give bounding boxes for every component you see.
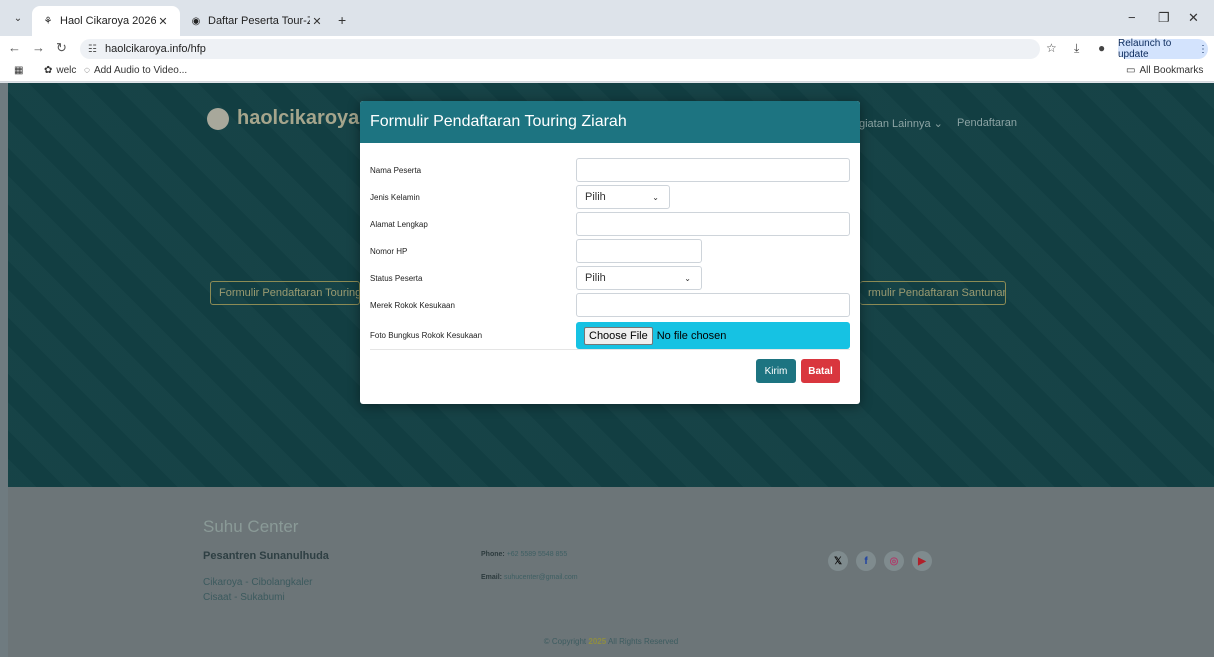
field-row-status: Status Peserta Pilih ⌄ <box>370 266 850 290</box>
file-status: No file chosen <box>656 329 727 342</box>
profile-avatar-icon[interactable]: ● <box>1098 41 1105 55</box>
chevron-down-icon: ⌄ <box>684 273 691 283</box>
tab-search-icon[interactable]: ⌄ <box>10 11 26 27</box>
minimize-icon[interactable]: − <box>1128 10 1136 25</box>
tab-daftar-peserta[interactable]: ◉ Daftar Peserta Tour-Ziarah Tahu ✕ <box>180 6 334 36</box>
url-text: haolcikaroya.info/hfp <box>104 43 206 55</box>
footer-email: Email: suhucenter@gmail.com <box>481 574 578 581</box>
status-label: Status Peserta <box>370 273 423 283</box>
all-bookmarks-label: All Bookmarks <box>1139 65 1204 76</box>
footer-phone: Phone: +62 5589 5548 855 <box>481 551 567 558</box>
field-row-merek: Merek Rokok Kesukaan <box>370 293 850 317</box>
chevron-down-icon: ⌄ <box>652 192 659 202</box>
address-bar-row: ← → ↻ ☷ haolcikaroya.info/hfp ☆ ⤓ ● Rela… <box>0 36 1214 62</box>
logo-icon <box>207 107 229 130</box>
logo-text: haolcikaroya-2 <box>237 107 378 129</box>
copyright: © Copyright 2025 All Rights Reserved <box>8 637 1214 646</box>
jenis-kelamin-select[interactable]: Pilih ⌄ <box>576 185 670 209</box>
bookmark-favicon-icon: ✿ <box>44 65 53 76</box>
instagram-icon[interactable]: ◎ <box>884 551 904 571</box>
close-window-icon[interactable]: ✕ <box>1188 10 1199 26</box>
site-favicon-icon: ⚘ <box>43 15 53 27</box>
relaunch-label: Relaunch to update <box>1118 38 1172 60</box>
back-icon[interactable]: ← <box>8 40 21 55</box>
address-line: Cikaroya - Cibolangkaler <box>203 577 313 588</box>
site-info-icon[interactable]: ☷ <box>88 44 97 55</box>
field-row-nama: Nama Peserta <box>370 158 850 182</box>
browser-tab-bar: ⌄ ⚘ Haol Cikaroya 2026 ✕ ◉ Daftar Pesert… <box>0 0 1214 36</box>
registration-modal: Formulir Pendaftaran Touring Ziarah Nama… <box>360 101 860 404</box>
status-select[interactable]: Pilih ⌄ <box>576 266 702 290</box>
bookmarks-bar: ▦ ✿ welc ◌ Add Audio to Video... ▭ All B… <box>0 62 1214 82</box>
phone-label: Phone: <box>481 551 505 558</box>
merek-input[interactable] <box>576 293 850 317</box>
select-value: Pilih <box>585 272 606 284</box>
field-row-nomor-hp: Nomor HP <box>370 239 850 263</box>
bookmark-label: welc <box>56 65 77 76</box>
footer: Suhu Center Pesantren Sunanulhuda Cikaro… <box>8 487 1214 657</box>
select-value: Pilih <box>585 191 606 203</box>
x-twitter-icon[interactable]: 𝕏 <box>828 551 848 571</box>
foto-file-input[interactable]: Choose File No file chosen <box>576 322 850 349</box>
star-icon[interactable]: ☆ <box>1046 41 1057 55</box>
field-row-foto: Foto Bungkus Rokok Kesukaan Choose File … <box>370 322 850 349</box>
folder-icon: ▭ <box>1126 65 1136 76</box>
email-value: suhucenter@gmail.com <box>503 574 578 581</box>
phone-value: +62 5589 5548 855 <box>506 551 568 558</box>
nomor-hp-input[interactable] <box>576 239 702 263</box>
jenis-kelamin-label: Jenis Kelamin <box>370 192 420 202</box>
bookmark-label: Add Audio to Video... <box>93 65 188 76</box>
tab-haol-cikaroya[interactable]: ⚘ Haol Cikaroya 2026 ✕ <box>32 6 180 36</box>
all-bookmarks[interactable]: ▭ All Bookmarks <box>1126 65 1203 76</box>
tab-title: Haol Cikaroya 2026 <box>60 15 156 27</box>
field-row-alamat: Alamat Lengkap <box>370 212 850 236</box>
modal-header: Formulir Pendaftaran Touring Ziarah <box>360 101 860 143</box>
nav-label: giatan Lainnya <box>859 118 931 130</box>
kirim-button[interactable]: Kirim <box>756 359 796 383</box>
nama-input[interactable] <box>576 158 850 182</box>
facebook-icon[interactable]: f <box>856 551 876 571</box>
bookmark-favicon-icon: ◌ <box>84 65 90 76</box>
address-line: Cisaat - Sukabumi <box>203 592 285 603</box>
email-label: Email: <box>481 574 503 581</box>
social-links: 𝕏 f ◎ ▶ <box>828 551 932 571</box>
nav-pendaftaran[interactable]: Pendaftaran <box>957 117 1017 129</box>
field-row-jenis-kelamin: Jenis Kelamin Pilih ⌄ <box>370 185 850 209</box>
reload-icon[interactable]: ↻ <box>56 40 67 56</box>
touring-form-button[interactable]: Formulir Pendaftaran Touring/Z <box>210 281 360 305</box>
modal-divider <box>370 349 850 350</box>
close-tab-icon[interactable]: ✕ <box>156 15 170 28</box>
bookmark-add-audio[interactable]: ◌ Add Audio to Video... <box>84 65 187 76</box>
alamat-input[interactable] <box>576 212 850 236</box>
restore-icon[interactable]: ❐ <box>1158 10 1170 26</box>
new-tab-icon[interactable]: + <box>338 12 346 28</box>
choose-file-button[interactable]: Choose File <box>584 326 653 345</box>
tab-title: Daftar Peserta Tour-Ziarah Tahu <box>208 15 310 27</box>
merek-label: Merek Rokok Kesukaan <box>370 300 455 310</box>
nav-kegiatan-lainnya[interactable]: giatan Lainnya ⌄ <box>859 117 943 130</box>
url-input[interactable]: ☷ haolcikaroya.info/hfp <box>80 39 1040 59</box>
relaunch-button[interactable]: Relaunch to update ⋮ <box>1118 38 1208 60</box>
apps-icon[interactable]: ▦ <box>14 65 23 76</box>
globe-icon: ◉ <box>191 15 201 27</box>
footer-address: Cikaroya - Cibolangkaler Cisaat - Sukabu… <box>203 575 313 605</box>
download-icon[interactable]: ⤓ <box>1074 41 1079 56</box>
youtube-icon[interactable]: ▶ <box>912 551 932 571</box>
site-logo[interactable]: haolcikaroya-2 <box>207 107 377 130</box>
foto-label: Foto Bungkus Rokok Kesukaan <box>370 331 483 340</box>
batal-button[interactable]: Batal <box>801 359 840 383</box>
footer-org: Pesantren Sunanulhuda <box>203 550 329 562</box>
forward-icon[interactable]: → <box>32 40 45 55</box>
nomor-hp-label: Nomor HP <box>370 246 408 256</box>
bookmark-welc[interactable]: ✿ welc <box>44 65 76 76</box>
footer-title: Suhu Center <box>203 517 299 536</box>
copyright-suffix: All Rights Reserved <box>607 637 679 646</box>
nama-label: Nama Peserta <box>370 165 422 175</box>
close-tab-icon[interactable]: ✕ <box>310 15 324 28</box>
copyright-year: 2025 <box>588 637 607 646</box>
alamat-label: Alamat Lengkap <box>370 219 428 229</box>
santunan-form-button[interactable]: rmulir Pendaftaran Santunan <box>860 281 1006 305</box>
copyright-prefix: © Copyright <box>543 637 587 646</box>
modal-title: Formulir Pendaftaran Touring Ziarah <box>370 113 627 130</box>
